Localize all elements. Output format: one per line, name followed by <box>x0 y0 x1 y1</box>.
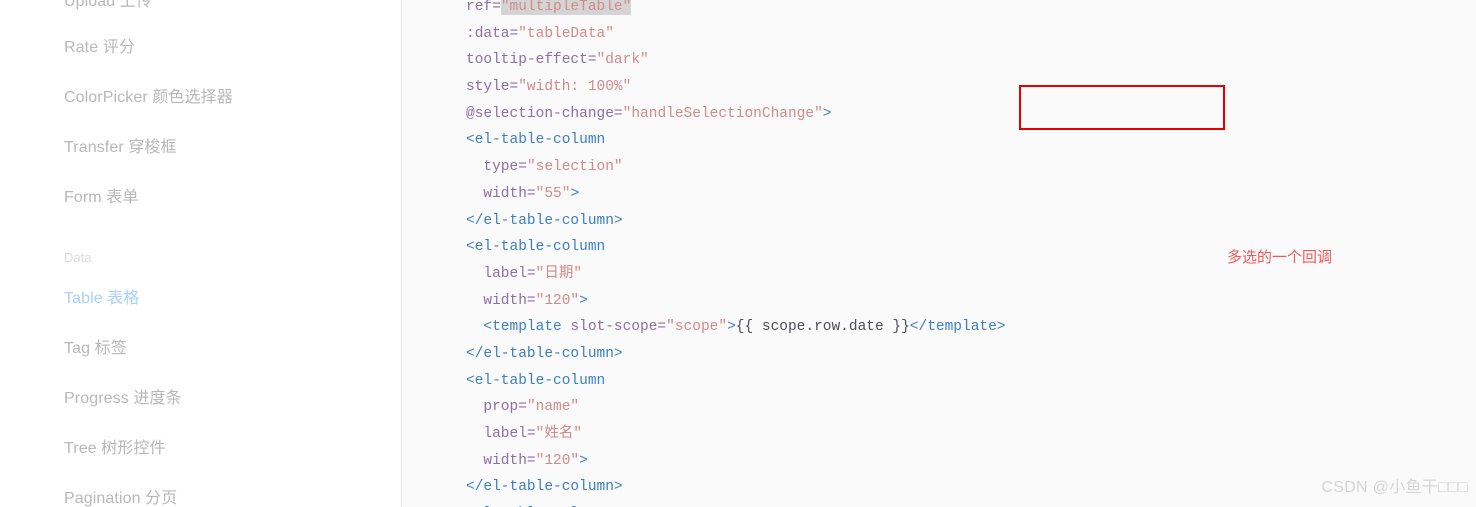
code-token-attr: tooltip-effect= <box>466 52 597 69</box>
code-token-tag: </el-table-column> <box>466 212 623 229</box>
code-line: label="姓名" <box>466 421 1006 448</box>
code-line: @selection-change="handleSelectionChange… <box>466 101 1006 128</box>
code-token-tag: </el-table-column> <box>466 345 623 362</box>
code-token-tag: </el-table-column> <box>466 479 623 496</box>
code-token-attr: slot-scope= <box>570 319 667 336</box>
code-token-str: "日期" <box>535 265 583 282</box>
code-line: label="日期" <box>466 261 1006 288</box>
code-token-attr: label= <box>483 426 536 442</box>
code-token-str: "55" <box>535 185 571 202</box>
sidebar-item-0[interactable]: Upload 上传 <box>64 0 152 12</box>
code-token-attr: width= <box>483 185 536 202</box>
code-token-attr: label= <box>483 265 536 282</box>
code-token-str: "multipleTable" <box>500 0 632 15</box>
code-line: <el-table-column <box>466 127 1006 154</box>
sidebar-item-3[interactable]: Transfer 穿梭框 <box>64 138 177 158</box>
code-line: </el-table-column> <box>466 341 1006 368</box>
code-token-punc: > <box>727 319 736 336</box>
code-token-attr: prop= <box>483 399 527 416</box>
code-token-tag: <el-table-column <box>466 239 606 256</box>
sidebar-item-6[interactable]: Table 表格 <box>64 289 140 309</box>
code-token-str: "120" <box>535 292 580 309</box>
code-block: ref="multipleTable":data="tableData" tool… <box>466 0 1006 507</box>
code-line: tooltip-effect="dark" <box>466 47 1006 74</box>
code-line: </el-table-column> <box>466 208 1006 235</box>
code-line: <template slot-scope="scope">{{ scope.ro… <box>466 314 1006 341</box>
red-highlight-box-annotation <box>1019 85 1225 130</box>
sidebar-item-10[interactable]: Pagination 分页 <box>64 489 177 507</box>
code-line: <el-table-column <box>466 234 1006 261</box>
code-snippet-pane: ref="multipleTable":data="tableData" tool… <box>403 0 1476 507</box>
code-token-punc: > <box>579 452 588 469</box>
code-line: width="120"> <box>466 448 1006 475</box>
code-token-str: "width: 100%" <box>518 79 632 96</box>
code-line: <el-table-column <box>466 501 1006 507</box>
code-line: width="55"> <box>466 181 1006 208</box>
sidebar-item-4[interactable]: Form 表单 <box>64 188 138 208</box>
code-line: width="120"> <box>466 288 1006 315</box>
code-token-attr: type= <box>483 159 527 176</box>
code-line: prop="name" <box>466 394 1006 421</box>
code-token-str: "tableData" <box>518 25 614 42</box>
code-line: <el-table-column <box>466 368 1006 395</box>
code-token-punc: > <box>579 292 588 309</box>
code-token-attr: ref= <box>466 0 501 15</box>
component-sidebar-nav: Upload 上传 Rate 评分 ColorPicker 颜色选择器 Transfe… <box>0 0 402 507</box>
code-token-tag: </template> <box>909 319 1006 336</box>
code-token-str: "name" <box>526 399 580 416</box>
code-token-punc: > <box>570 185 580 202</box>
code-token-str: "120" <box>535 452 580 469</box>
code-token-punc: > <box>822 105 832 122</box>
code-token-str: "handleSelectionChange" <box>622 105 823 122</box>
code-token-attr: width= <box>483 292 536 309</box>
code-token-attr: :data= <box>466 25 519 42</box>
sidebar-item-9[interactable]: Tree 树形控件 <box>64 439 166 459</box>
code-token-tag: <el-table-column <box>466 372 606 389</box>
code-token-tag: <template <box>483 319 571 336</box>
code-token-str: "scope" <box>666 319 728 336</box>
code-line: type="selection" <box>466 154 1006 181</box>
code-line: style="width: 100%" <box>466 74 1006 101</box>
code-token-str: "dark" <box>596 52 649 69</box>
page-root: Upload 上传 Rate 评分 ColorPicker 颜色选择器 Transfe… <box>0 0 1476 507</box>
code-line: ref="multipleTable" <box>466 0 1006 21</box>
code-token-attr: width= <box>483 452 536 469</box>
code-line: </el-table-column> <box>466 474 1006 501</box>
code-line: :data="tableData" <box>466 21 1006 48</box>
code-token-str: "姓名" <box>535 426 583 442</box>
red-note-annotation: 多选的一个回调 <box>1227 248 1333 266</box>
sidebar-item-2[interactable]: ColorPicker 颜色选择器 <box>64 88 233 108</box>
code-token-tag: <el-table-column <box>466 132 606 149</box>
code-token-attr: @selection-change= <box>466 105 623 122</box>
sidebar-group-label: Data <box>64 250 92 265</box>
sidebar-item-7[interactable]: Tag 标签 <box>64 339 127 359</box>
csdn-watermark: CSDN @小鱼干□□□ <box>1321 479 1468 496</box>
code-token-str: "selection" <box>526 159 623 176</box>
code-token-txt: {{ scope.row.date }} <box>735 319 910 336</box>
sidebar-item-8[interactable]: Progress 进度条 <box>64 389 182 409</box>
sidebar-item-1[interactable]: Rate 评分 <box>64 38 135 58</box>
code-token-attr: style= <box>466 79 519 96</box>
